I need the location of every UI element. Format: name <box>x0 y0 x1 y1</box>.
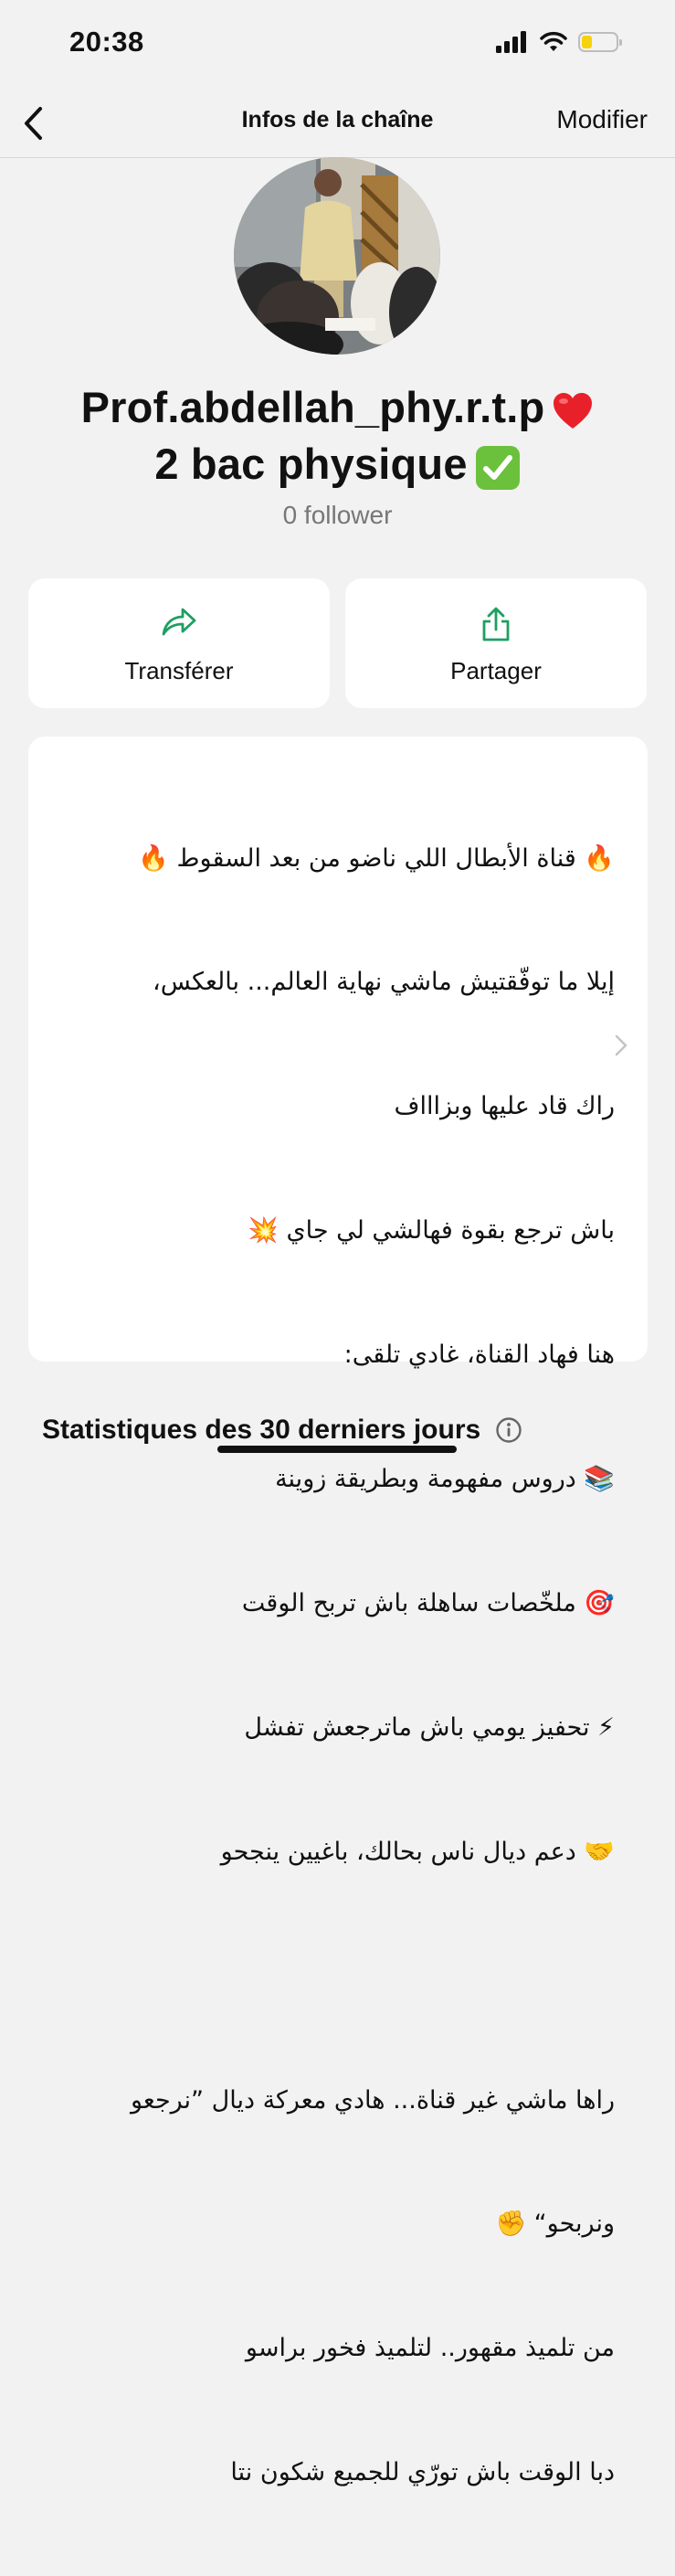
channel-subtitle: 2 bac physique <box>0 437 675 492</box>
channel-avatar[interactable] <box>234 157 440 355</box>
description-line: ⚡ تحفيز يومي باش ماترجعش تفشل <box>244 1712 615 1742</box>
chevron-right-icon <box>615 1034 628 1056</box>
share-icon <box>482 607 510 641</box>
channel-subtitle-text: 2 bac physique <box>154 440 468 488</box>
description-line: من تلميذ مقهور.. لتلميذ فخور براسو <box>245 2334 615 2363</box>
description-line: 🎯 ملخّصات ساهلة باش تربح الوقت <box>241 1588 615 1617</box>
description-line: هنا فهاد القناة، غادي تلقى: <box>343 1341 615 1370</box>
heart-icon <box>554 392 593 429</box>
battery-icon <box>578 32 622 52</box>
description-line: 🔥 قناة الأبطال اللي ناضو من بعد السقوط 🔥 <box>138 843 615 873</box>
channel-name: Prof.abdellah_phy.r.t.p <box>0 380 675 435</box>
status-icons <box>496 31 622 53</box>
channel-name-text: Prof.abdellah_phy.r.t.p <box>80 383 545 431</box>
transfer-button[interactable]: Transférer <box>28 578 330 708</box>
follower-count: 0 follower <box>282 501 393 529</box>
description-line: راك قاد عليها وبزاااف <box>394 1092 615 1121</box>
battery-level-fill <box>582 36 592 48</box>
description-line: 📚 دروس مفهومة وبطريقة زوينة <box>275 1465 615 1494</box>
description-line: دبا الوقت باش تورّي للجميع شكون نتا <box>230 2458 615 2487</box>
check-mark-button-icon <box>475 445 520 490</box>
share-button[interactable]: Partager <box>345 578 647 708</box>
channel-description: 🔥 قناة الأبطال اللي ناضو من بعد السقوط 🔥… <box>65 755 615 2576</box>
status-bar: 20:38 <box>0 0 675 91</box>
transfer-label: Transférer <box>124 657 234 684</box>
home-indicator <box>217 1446 457 1453</box>
channel-description-card[interactable]: 🔥 قناة الأبطال اللي ناضو من بعد السقوط 🔥… <box>28 737 648 2486</box>
description-line: إيلا ما توفّقتيش ماشي نهاية العالم... با… <box>152 968 615 997</box>
info-circle-icon[interactable] <box>495 1416 522 1444</box>
wifi-icon <box>540 31 567 51</box>
description-line <box>65 1956 615 1997</box>
description-line: راها ماشي غير قناة... هادي معركة ديال ”ن… <box>130 2085 615 2115</box>
description-line: ونربحو“ ✊ <box>495 2210 615 2239</box>
edit-button[interactable]: Modifier <box>556 91 648 148</box>
avatar-photo <box>234 157 440 355</box>
cellular-signal-icon <box>496 31 526 53</box>
stats-section-title: Statistiques des 30 derniers jours <box>42 1415 522 1446</box>
stats-title-text: Statistiques des 30 derniers jours <box>42 1415 481 1445</box>
description-line: 🤝 دعم ديال ناس بحالك، باغيين ينجحو <box>220 1837 615 1866</box>
forward-arrow-icon <box>162 608 196 636</box>
status-time: 20:38 <box>69 26 144 58</box>
navigation-bar: Infos de la chaîne Modifier <box>0 91 675 158</box>
share-label: Partager <box>450 657 542 684</box>
description-line: باش ترجع بقوة فهالشي لي جاي 💥 <box>248 1216 615 1246</box>
